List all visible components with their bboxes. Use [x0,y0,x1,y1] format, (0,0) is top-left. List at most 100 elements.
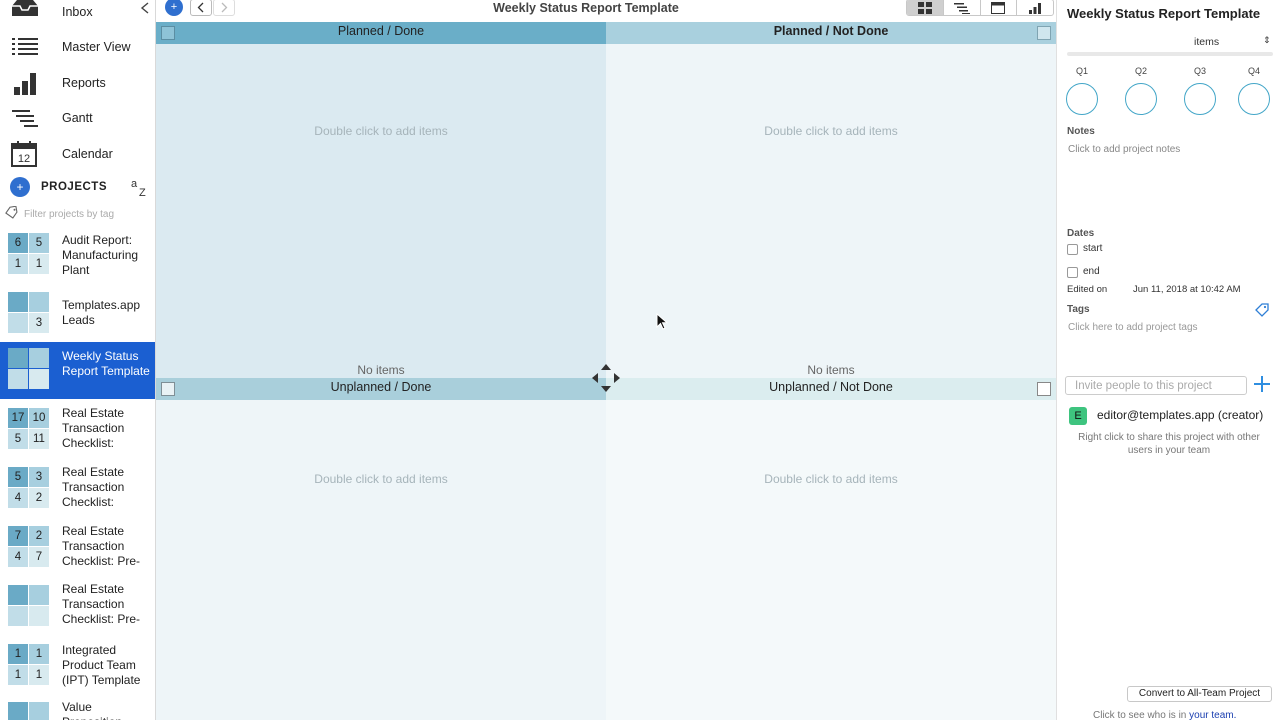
project-item[interactable]: Real Estate Transaction Checklist: Pre- [0,580,155,635]
add-project-button[interactable]: + [10,177,30,197]
quadrant-checkbox[interactable] [161,26,175,40]
project-filter [0,204,155,224]
unit-select[interactable]: items ⇕ [1187,35,1271,49]
count-unplanned-done: 4 [8,547,28,567]
project-item[interactable]: 17 10 5 11 Real Estate Transaction Check… [0,403,155,458]
count-planned-done [8,348,28,368]
quadrant-header: Planned / Done [156,22,606,44]
nav-item-inbox[interactable]: Inbox [0,0,155,29]
member-row[interactable]: E editor@templates.app (creator) [1069,407,1274,425]
project-details-panel: Weekly Status Report Template items ⇕ Q1… [1056,0,1280,721]
view-gantt-button[interactable] [944,0,981,15]
quarter-circle[interactable] [1184,83,1216,115]
project-item[interactable]: 3 Templates.app Leads [0,287,155,342]
view-calendar-button[interactable] [981,0,1018,15]
quadrant-planned-done[interactable]: Planned / Done Double click to add items… [156,22,606,378]
project-count-grid: 6 5 1 1 [8,233,51,275]
quadrant-unplanned-not-done[interactable]: Unplanned / Not Done Double click to add… [606,378,1056,720]
project-item-selected[interactable]: Weekly Status Report Template [0,342,155,399]
nav-item-reports[interactable]: Reports [0,66,155,100]
project-item[interactable]: Value Proposition [0,698,155,720]
chevron-right-icon [221,2,228,13]
end-date-checkbox[interactable] [1067,267,1078,278]
count-planned-not-done: 10 [29,408,49,428]
project-name: Real Estate Transaction Checklist: [62,465,125,509]
toolbar: + Weekly Status Report Template [156,0,1056,18]
count-unplanned-not-done [29,606,49,626]
nav-label: Inbox [62,5,93,19]
quarter-q2: Q2 [1125,66,1157,115]
add-item-button[interactable]: + [165,0,183,16]
add-items-hint[interactable]: Double click to add items [606,472,1056,486]
quadrant-checkbox[interactable] [1037,26,1051,40]
count-planned-done [8,292,28,312]
count-unplanned-not-done [29,369,49,389]
start-date-checkbox[interactable] [1067,244,1078,255]
filter-projects-input[interactable] [24,205,152,223]
add-items-hint[interactable]: Double click to add items [606,124,1056,138]
project-count-grid [8,702,51,720]
quadrant-checkbox[interactable] [1037,382,1051,396]
project-name: Value Proposition [62,700,122,720]
project-name: Real Estate Transaction Checklist: Pre- [62,582,141,626]
mouse-cursor-icon [656,313,668,330]
count-unplanned-done [8,606,28,626]
quarter-circle[interactable] [1066,83,1098,115]
team-link[interactable]: your team. [1189,710,1236,721]
project-count-grid: 5 3 4 2 [8,467,51,509]
nav-item-gantt[interactable]: Gantt [0,101,155,135]
back-button[interactable] [190,0,212,16]
nav-item-calendar[interactable]: 12 Calendar [0,137,155,171]
sidebar: Inbox Master View Reports Gantt 12 Calen… [0,0,156,720]
avatar: E [1069,407,1087,425]
quadrant-board: Planned / Done Double click to add items… [156,22,1056,720]
count-unplanned-done: 1 [8,665,28,685]
team-hint: Click to see who is in your team. [1093,710,1236,721]
add-items-hint[interactable]: Double click to add items [156,124,606,138]
quarter-q3: Q3 [1184,66,1216,115]
window-title: Weekly Status Report Template [493,1,679,15]
project-item[interactable]: 6 5 1 1 Audit Report: Manufacturing Plan… [0,229,155,284]
count-planned-not-done [29,702,49,720]
notes-hint[interactable]: Click to add project notes [1068,144,1180,155]
forward-button[interactable] [213,0,235,16]
sort-alphabetical-icon[interactable]: a Z [130,176,150,198]
svg-text:a: a [131,178,138,190]
quadrant-unplanned-done[interactable]: Unplanned / Done Double click to add ite… [156,378,606,720]
count-unplanned-not-done: 7 [29,547,49,567]
project-name: Weekly Status Report Template [62,349,150,378]
move-arrows-icon[interactable] [590,362,622,394]
nav-label: Master View [62,40,131,54]
quarter-circle[interactable] [1238,83,1270,115]
count-planned-done [8,585,28,605]
tags-hint[interactable]: Click here to add project tags [1068,322,1198,333]
project-count-grid: 3 [8,292,51,334]
project-item[interactable]: 7 2 4 7 Real Estate Transaction Checklis… [0,521,155,576]
count-planned-not-done: 2 [29,526,49,546]
gantt-icon [953,2,970,14]
quadrant-checkbox[interactable] [161,382,175,396]
count-unplanned-not-done: 1 [29,254,49,274]
project-item[interactable]: 5 3 4 2 Real Estate Transaction Checklis… [0,462,155,517]
quarter-circle[interactable] [1125,83,1157,115]
count-planned-not-done: 5 [29,233,49,253]
team-hint-text: Click to see who is in [1093,710,1190,721]
count-planned-done: 5 [8,467,28,487]
count-planned-done: 6 [8,233,28,253]
add-items-hint[interactable]: Double click to add items [156,472,606,486]
tag-icon[interactable] [1255,303,1269,317]
quadrant-planned-not-done[interactable]: Planned / Not Done Double click to add i… [606,22,1056,378]
project-item[interactable]: 1 1 1 1 Integrated Product Team (IPT) Te… [0,639,155,694]
tag-icon [5,206,18,219]
calendar-icon [991,2,1006,14]
view-quadrant-button[interactable] [907,0,944,15]
convert-to-all-team-button[interactable]: Convert to All-Team Project [1127,686,1272,702]
invite-people-input[interactable] [1065,376,1247,395]
count-planned-not-done [29,292,49,312]
nav-item-master-view[interactable]: Master View [0,30,155,64]
project-name: Real Estate Transaction Checklist: Pre- [62,524,141,568]
dates-label: Dates [1067,228,1095,239]
plus-icon[interactable] [1252,374,1272,394]
view-reports-button[interactable] [1017,0,1053,15]
collapse-sidebar-icon[interactable] [139,1,151,15]
